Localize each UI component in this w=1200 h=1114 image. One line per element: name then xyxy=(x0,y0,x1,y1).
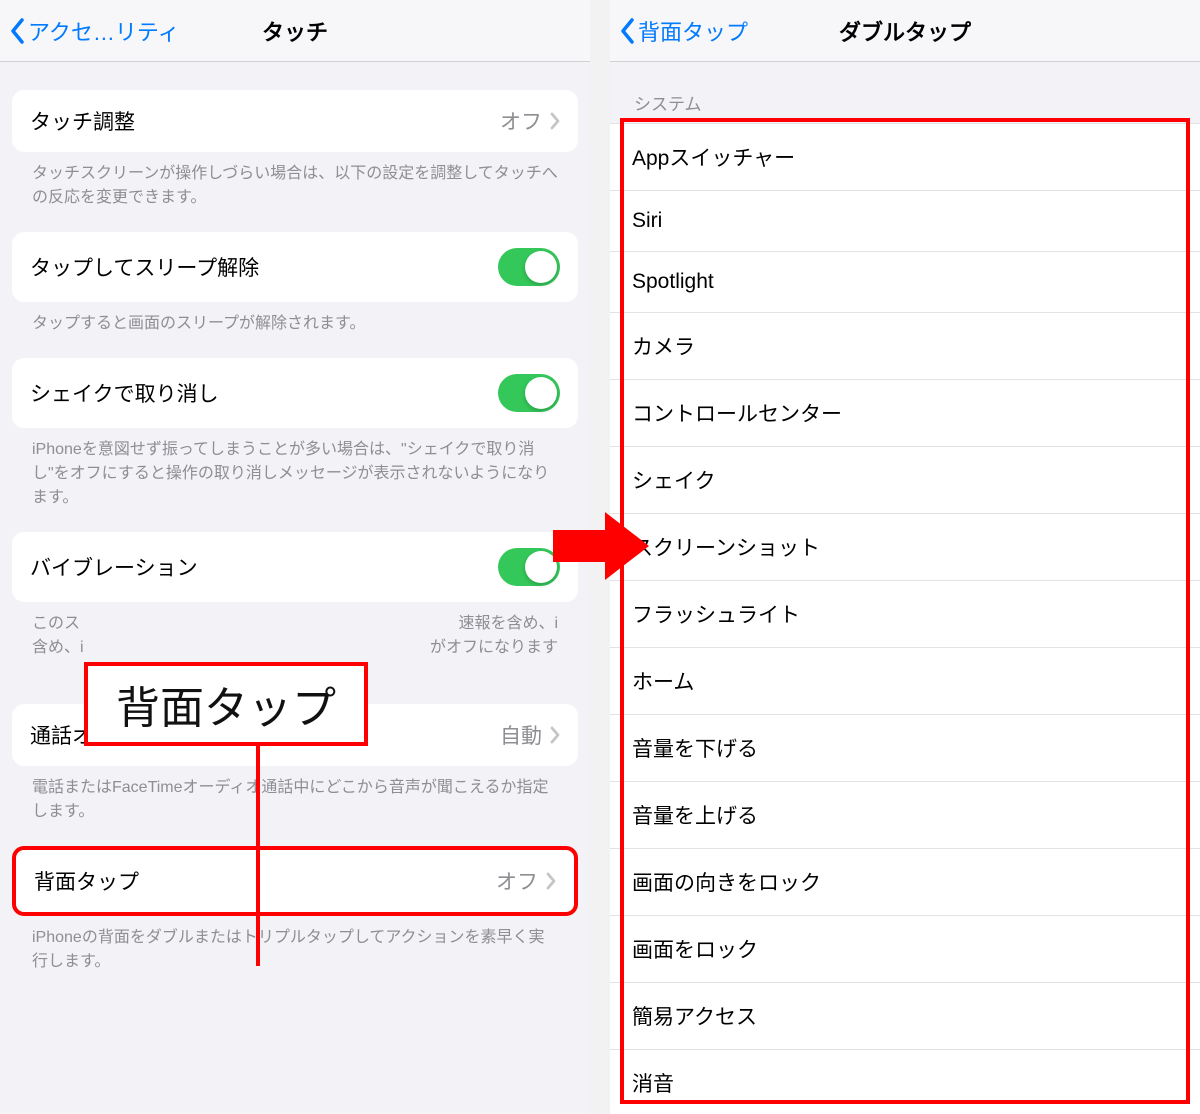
list-item[interactable]: スクリーンショット xyxy=(610,514,1200,581)
caption-shake-undo: iPhoneを意図せず振ってしまうことが多い場合は、"シェイクで取り消し"をオフ… xyxy=(12,428,578,510)
page-title: ダブルタップ xyxy=(839,15,971,47)
group-touch-accommodations: タッチ調整 オフ タッチスクリーンが操作しづらい場合は、以下の設定を調整してタッ… xyxy=(12,90,578,210)
list-item[interactable]: 簡易アクセス xyxy=(610,983,1200,1050)
annotation-callout: 背面タップ xyxy=(84,662,368,746)
list-item[interactable]: Spotlight xyxy=(610,252,1200,313)
nav-header: アクセ…リティ タッチ xyxy=(0,0,590,62)
toggle-vibration[interactable] xyxy=(498,548,560,586)
caption-back-tap: iPhoneの背面をダブルまたはトリプルタップしてアクションを素早く実行します。 xyxy=(12,916,578,974)
list-item[interactable]: 音量を上げる xyxy=(610,782,1200,849)
annotation-connector xyxy=(256,738,260,966)
cell-label: 背面タップ xyxy=(34,866,139,896)
group-tap-to-wake: タップしてスリープ解除 タップすると画面のスリープが解除されます。 xyxy=(12,232,578,336)
chevron-right-icon xyxy=(550,112,560,130)
arrow-icon xyxy=(553,510,649,582)
list-item[interactable]: フラッシュライト xyxy=(610,581,1200,648)
back-label: アクセ…リティ xyxy=(28,15,180,47)
group-back-tap: 背面タップ オフ iPhoneの背面をダブルまたはトリプルタップしてアクションを… xyxy=(12,846,578,974)
back-button[interactable]: アクセ…リティ xyxy=(10,15,180,47)
action-list: AppスイッチャーSiriSpotlightカメラコントロールセンターシェイクス… xyxy=(610,123,1200,1114)
right-screen: 背面タップ ダブルタップ システム AppスイッチャーSiriSpotlight… xyxy=(610,0,1200,1114)
chevron-right-icon xyxy=(550,726,560,744)
list-item[interactable]: ホーム xyxy=(610,648,1200,715)
group-vibration: バイブレーション このス 速報を含め、i 含め、i がオフになります xyxy=(12,532,578,682)
back-button[interactable]: 背面タップ xyxy=(620,15,748,47)
list-item[interactable]: 消音 xyxy=(610,1050,1200,1114)
cell-value: 自動 xyxy=(500,720,542,750)
chevron-left-icon xyxy=(620,18,636,44)
left-screen: アクセ…リティ タッチ タッチ調整 オフ タッチスクリーンが操作しづらい場合は、… xyxy=(0,0,590,1114)
caption-touch-accommodations: タッチスクリーンが操作しづらい場合は、以下の設定を調整してタッチへの反応を変更で… xyxy=(12,152,578,210)
group-shake-undo: シェイクで取り消し iPhoneを意図せず振ってしまうことが多い場合は、"シェイ… xyxy=(12,358,578,510)
list-item[interactable]: Siri xyxy=(610,191,1200,252)
row-vibration[interactable]: バイブレーション xyxy=(12,532,578,602)
section-header: システム xyxy=(610,62,1200,123)
list-item[interactable]: 音量を下げる xyxy=(610,715,1200,782)
row-back-tap[interactable]: 背面タップ オフ xyxy=(12,846,578,916)
caption-call-audio: 電話またはFaceTimeオーディオ通話中にどこから音声が聞こえるか指定します。 xyxy=(12,766,578,824)
list-item[interactable]: カメラ xyxy=(610,313,1200,380)
cell-label: シェイクで取り消し xyxy=(30,378,219,408)
list-item[interactable]: コントロールセンター xyxy=(610,380,1200,447)
chevron-right-icon xyxy=(546,872,556,890)
cell-label: タップしてスリープ解除 xyxy=(30,252,259,282)
row-tap-to-wake[interactable]: タップしてスリープ解除 xyxy=(12,232,578,302)
toggle-shake-undo[interactable] xyxy=(498,374,560,412)
back-label: 背面タップ xyxy=(638,15,748,47)
list-item[interactable]: Appスイッチャー xyxy=(610,124,1200,191)
chevron-left-icon xyxy=(10,18,26,44)
list-item[interactable]: 画面をロック xyxy=(610,916,1200,983)
row-touch-accommodations[interactable]: タッチ調整 オフ xyxy=(12,90,578,152)
caption-tap-to-wake: タップすると画面のスリープが解除されます。 xyxy=(12,302,578,336)
page-title: タッチ xyxy=(262,15,328,47)
row-shake-undo[interactable]: シェイクで取り消し xyxy=(12,358,578,428)
nav-header: 背面タップ ダブルタップ xyxy=(610,0,1200,62)
list-item[interactable]: シェイク xyxy=(610,447,1200,514)
toggle-tap-to-wake[interactable] xyxy=(498,248,560,286)
cell-label: タッチ調整 xyxy=(30,106,135,136)
cell-value: オフ xyxy=(500,106,542,136)
cell-value: オフ xyxy=(496,866,538,896)
list-item[interactable]: 画面の向きをロック xyxy=(610,849,1200,916)
cell-label: バイブレーション xyxy=(30,552,198,582)
